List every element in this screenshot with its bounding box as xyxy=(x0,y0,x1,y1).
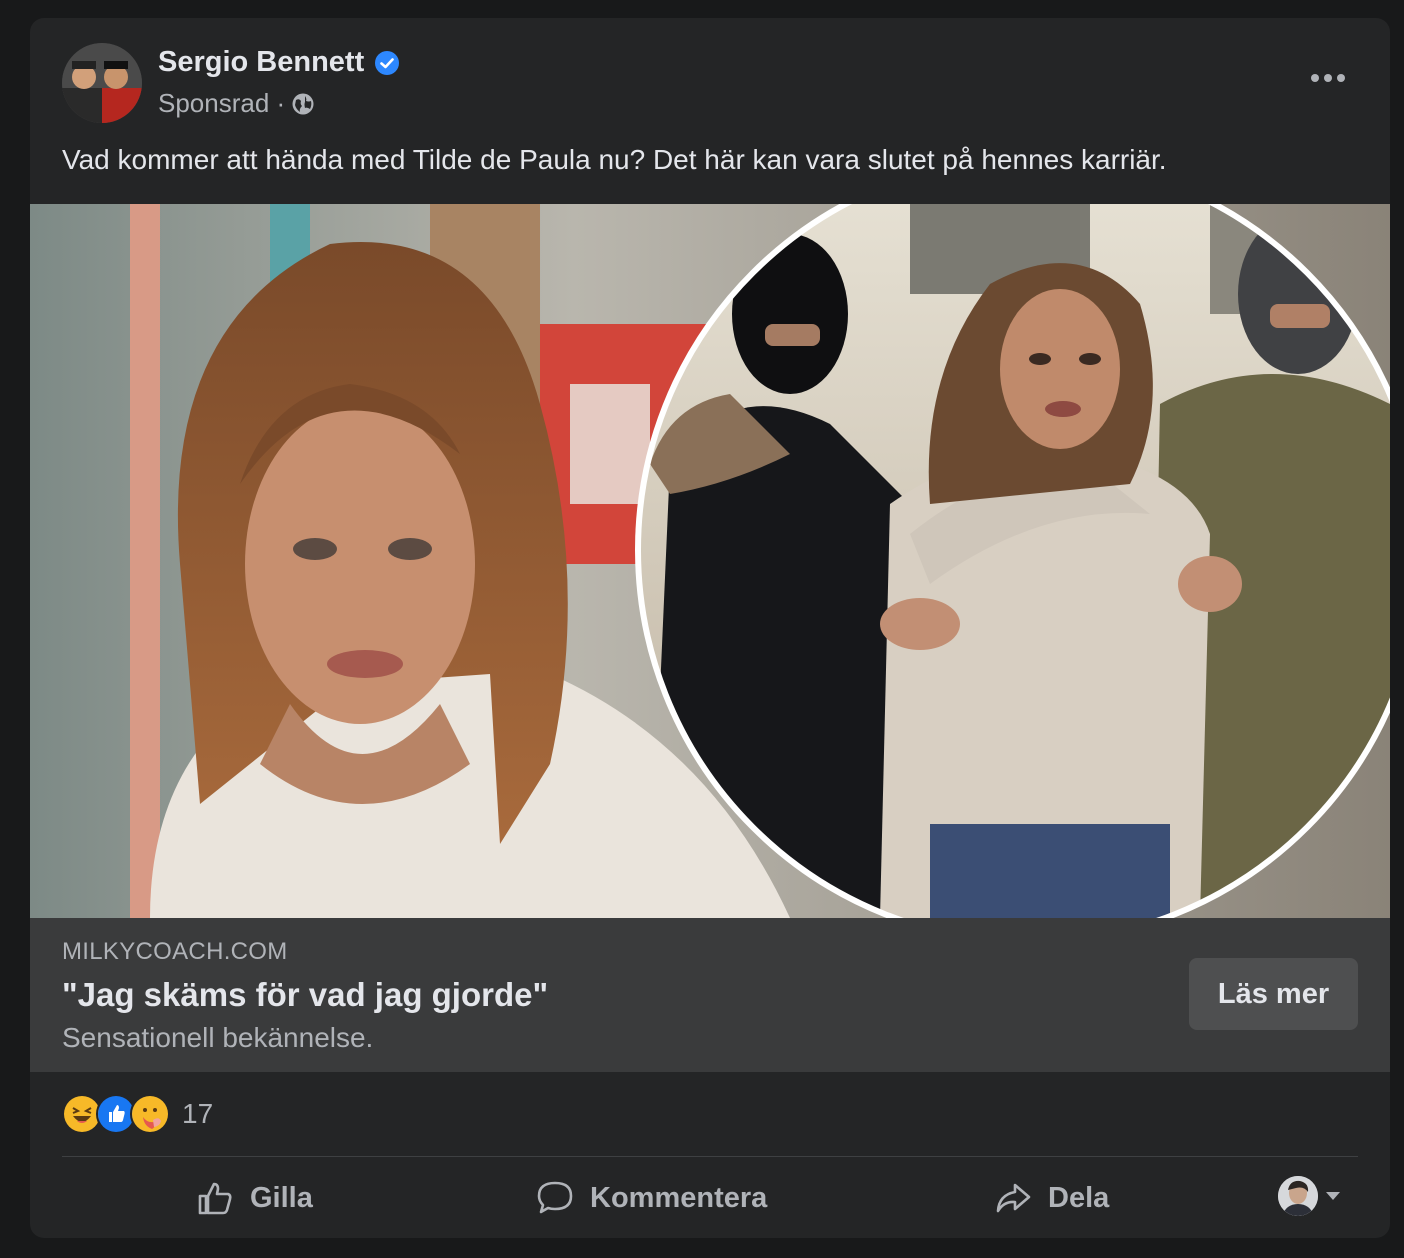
verified-badge-icon xyxy=(374,50,400,76)
chevron-down-icon xyxy=(1326,1192,1340,1200)
more-options-button[interactable] xyxy=(1306,60,1350,96)
author-name[interactable]: Sergio Bennett xyxy=(158,46,364,79)
link-subtitle: Sensationell bekännelse. xyxy=(62,1022,374,1053)
link-headline[interactable]: "Jag skäms för vad jag gjorde" xyxy=(62,976,548,1014)
like-label: Gilla xyxy=(250,1181,313,1214)
comment-bubble-icon xyxy=(537,1181,573,1214)
like-button[interactable]: Gilla xyxy=(196,1166,313,1230)
divider xyxy=(62,1156,1358,1157)
post-caption: Vad kommer att hända med Tilde de Paula … xyxy=(62,144,1167,175)
post-image[interactable] xyxy=(30,204,1390,918)
user-avatar xyxy=(1278,1176,1318,1216)
globe-icon[interactable] xyxy=(291,92,315,116)
reaction-count[interactable]: 17 xyxy=(182,1098,213,1130)
link-domain: MILKYCOACH.COM xyxy=(62,938,288,965)
link-preview[interactable]: MILKYCOACH.COM "Jag skäms för vad jag gj… xyxy=(30,918,1390,1072)
share-arrow-icon xyxy=(996,1183,1031,1213)
author-avatar[interactable] xyxy=(62,43,142,123)
post-header: Sergio Bennett Sponsrad · Vad kommer att… xyxy=(30,18,1390,175)
comment-button[interactable]: Kommentera xyxy=(536,1166,767,1230)
share-label: Dela xyxy=(1048,1181,1110,1214)
care-reaction-icon xyxy=(130,1094,170,1134)
post-card: Sergio Bennett Sponsrad · Vad kommer att… xyxy=(30,18,1390,1238)
read-more-button[interactable]: Läs mer xyxy=(1189,958,1358,1030)
comment-label: Kommentera xyxy=(590,1181,768,1214)
react-as-selector[interactable] xyxy=(1278,1176,1340,1216)
post-actions: Gilla Kommentera Dela xyxy=(62,1166,1358,1230)
reactions-summary[interactable]: 17 xyxy=(62,1092,213,1136)
share-button[interactable]: Dela xyxy=(994,1166,1109,1230)
sponsored-label[interactable]: Sponsrad · xyxy=(158,88,285,119)
more-horizontal-icon xyxy=(1311,74,1319,82)
thumbs-up-icon xyxy=(198,1182,232,1215)
